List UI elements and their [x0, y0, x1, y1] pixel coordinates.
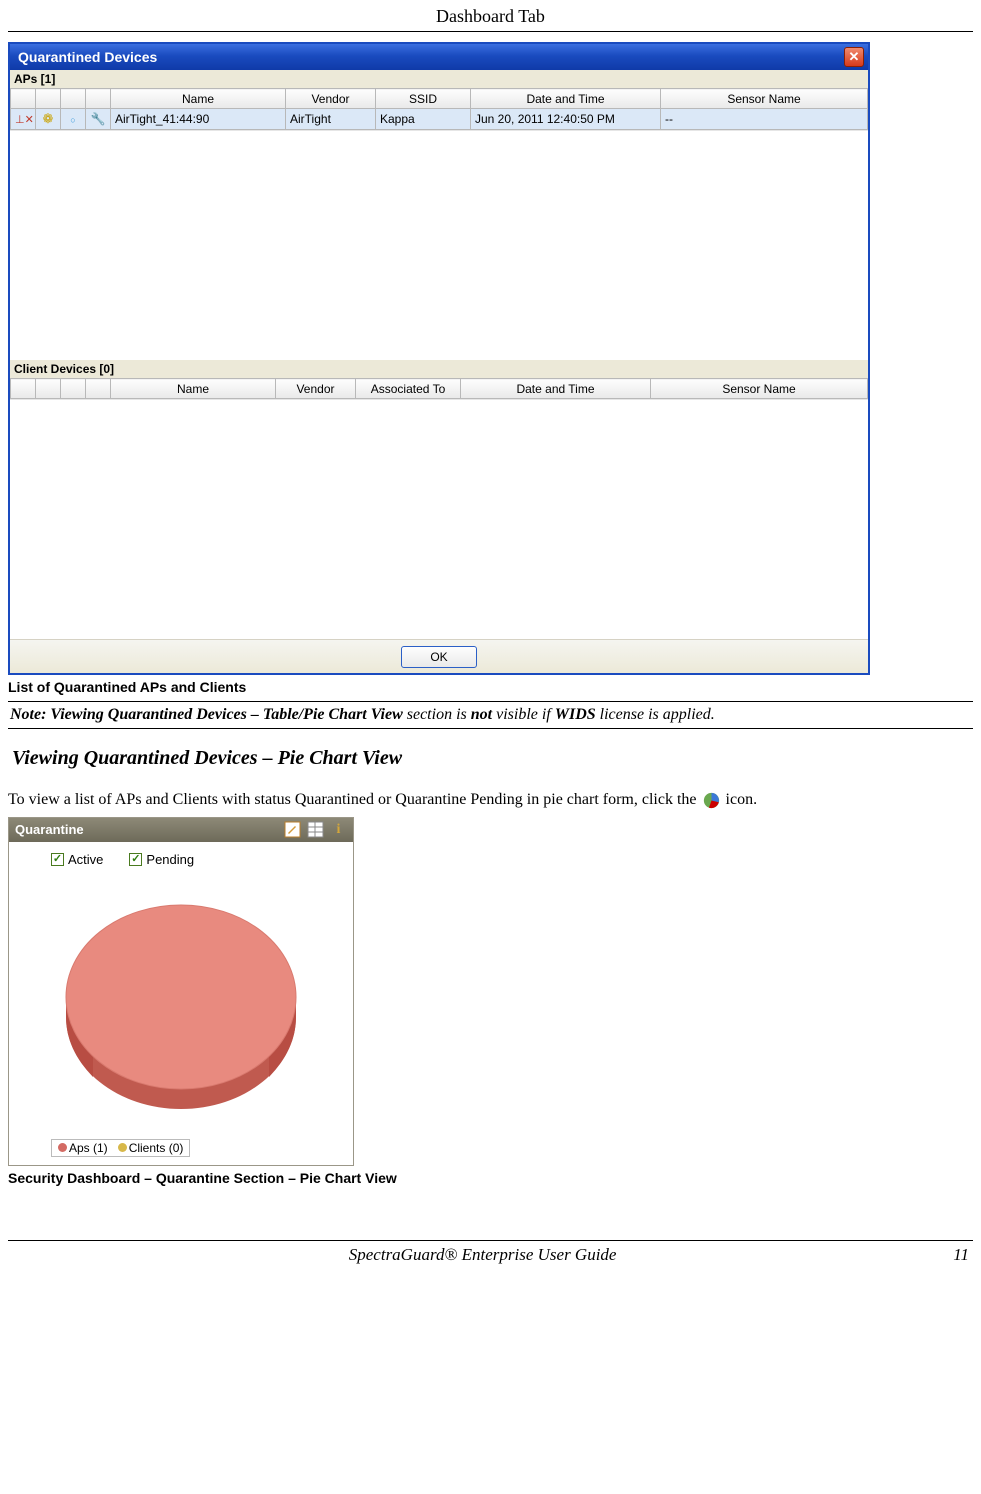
- dialog-title: Quarantined Devices: [18, 49, 157, 65]
- col-vendor[interactable]: Vendor: [286, 89, 376, 109]
- cell-vendor: AirTight: [286, 109, 376, 130]
- quarantined-devices-dialog: Quarantined Devices ✕ APs [1] Name Vendo…: [8, 42, 870, 675]
- section-heading: Viewing Quarantined Devices – Pie Chart …: [12, 747, 973, 770]
- col-icon-2[interactable]: [36, 379, 61, 399]
- col-sensor[interactable]: Sensor Name: [661, 89, 868, 109]
- pie-legend: Aps (1) Clients (0): [51, 1139, 190, 1157]
- clients-section-label: Client Devices [0]: [10, 360, 868, 378]
- checkbox-active-label: Active: [68, 852, 103, 867]
- col-icon-1[interactable]: [11, 89, 36, 109]
- note-mid1: section is: [403, 706, 471, 723]
- widget-header: Quarantine i: [9, 818, 353, 842]
- footer-guide: SpectraGuard® Enterprise User Guide: [349, 1245, 617, 1265]
- page-header: Dashboard Tab: [8, 0, 973, 32]
- body-post: icon.: [726, 791, 758, 808]
- filter-checks: ✓ Active ✓ Pending: [9, 842, 353, 875]
- legend-aps: Aps (1): [58, 1141, 108, 1155]
- col-datetime[interactable]: Date and Time: [461, 379, 651, 399]
- aps-section-label: APs [1]: [10, 70, 868, 88]
- check-icon: ✓: [129, 853, 142, 866]
- body-pre: To view a list of APs and Clients with s…: [8, 791, 701, 808]
- body-paragraph: To view a list of APs and Clients with s…: [8, 790, 973, 811]
- ok-button[interactable]: OK: [401, 646, 477, 668]
- note-suffix: license is applied.: [596, 706, 715, 723]
- note-wids: WIDS: [555, 706, 596, 723]
- col-name[interactable]: Name: [111, 379, 276, 399]
- edit-icon[interactable]: [284, 821, 301, 838]
- check-icon: ✓: [51, 853, 64, 866]
- col-assoc[interactable]: Associated To: [356, 379, 461, 399]
- wrench-icon: 🔧: [86, 109, 111, 130]
- aps-table: Name Vendor SSID Date and Time Sensor Na…: [10, 88, 868, 130]
- note-mid2: visible if: [492, 706, 555, 723]
- checkbox-pending[interactable]: ✓ Pending: [129, 852, 194, 867]
- close-icon[interactable]: ✕: [844, 47, 864, 67]
- note-block: Note: Viewing Quarantined Devices – Tabl…: [8, 701, 973, 729]
- table-view-icon[interactable]: [307, 821, 324, 838]
- cell-name: AirTight_41:44:90: [111, 109, 286, 130]
- note-not: not: [471, 706, 492, 723]
- figure-caption-1: List of Quarantined APs and Clients: [8, 679, 973, 695]
- pie-chart-icon: [703, 792, 720, 809]
- col-icon-4[interactable]: [86, 379, 111, 399]
- clients-table: Name Vendor Associated To Date and Time …: [10, 378, 868, 399]
- quarantine-widget: Quarantine i ✓ Active ✓ Pending: [8, 817, 354, 1166]
- col-icon-2[interactable]: [36, 89, 61, 109]
- checkbox-pending-label: Pending: [146, 852, 194, 867]
- dialog-button-bar: OK: [10, 639, 868, 673]
- legend-clients: Clients (0): [118, 1141, 184, 1155]
- col-vendor[interactable]: Vendor: [276, 379, 356, 399]
- info-icon[interactable]: i: [330, 821, 347, 838]
- cell-sensor: --: [661, 109, 868, 130]
- col-datetime[interactable]: Date and Time: [471, 89, 661, 109]
- circle-icon: ○: [61, 109, 86, 130]
- cell-datetime: Jun 20, 2011 12:40:50 PM: [471, 109, 661, 130]
- checkbox-active[interactable]: ✓ Active: [51, 852, 103, 867]
- col-icon-1[interactable]: [11, 379, 36, 399]
- col-sensor[interactable]: Sensor Name: [651, 379, 868, 399]
- col-ssid[interactable]: SSID: [376, 89, 471, 109]
- swatch-clients-icon: [118, 1143, 127, 1152]
- gear-icon: ❁: [36, 109, 61, 130]
- figure-caption-2: Security Dashboard – Quarantine Section …: [8, 1170, 973, 1186]
- col-icon-3[interactable]: [61, 89, 86, 109]
- col-icon-3[interactable]: [61, 379, 86, 399]
- clients-empty-area: [10, 399, 868, 639]
- page-footer: SpectraGuard® Enterprise User Guide 11: [8, 1241, 973, 1265]
- note-prefix: Note: Viewing Quarantined Devices – Tabl…: [10, 706, 403, 723]
- table-row[interactable]: ⊥✕ ❁ ○ 🔧 AirTight_41:44:90 AirTight Kapp…: [11, 109, 868, 130]
- widget-title: Quarantine: [15, 822, 84, 837]
- dialog-titlebar: Quarantined Devices ✕: [10, 44, 868, 70]
- aps-empty-area: [10, 130, 868, 360]
- swatch-aps-icon: [58, 1143, 67, 1152]
- quarantine-pie-chart[interactable]: [53, 879, 309, 1129]
- col-name[interactable]: Name: [111, 89, 286, 109]
- ap-status-icon: ⊥✕: [11, 109, 36, 130]
- cell-ssid: Kappa: [376, 109, 471, 130]
- col-icon-4[interactable]: [86, 89, 111, 109]
- footer-page-number: 11: [953, 1245, 969, 1265]
